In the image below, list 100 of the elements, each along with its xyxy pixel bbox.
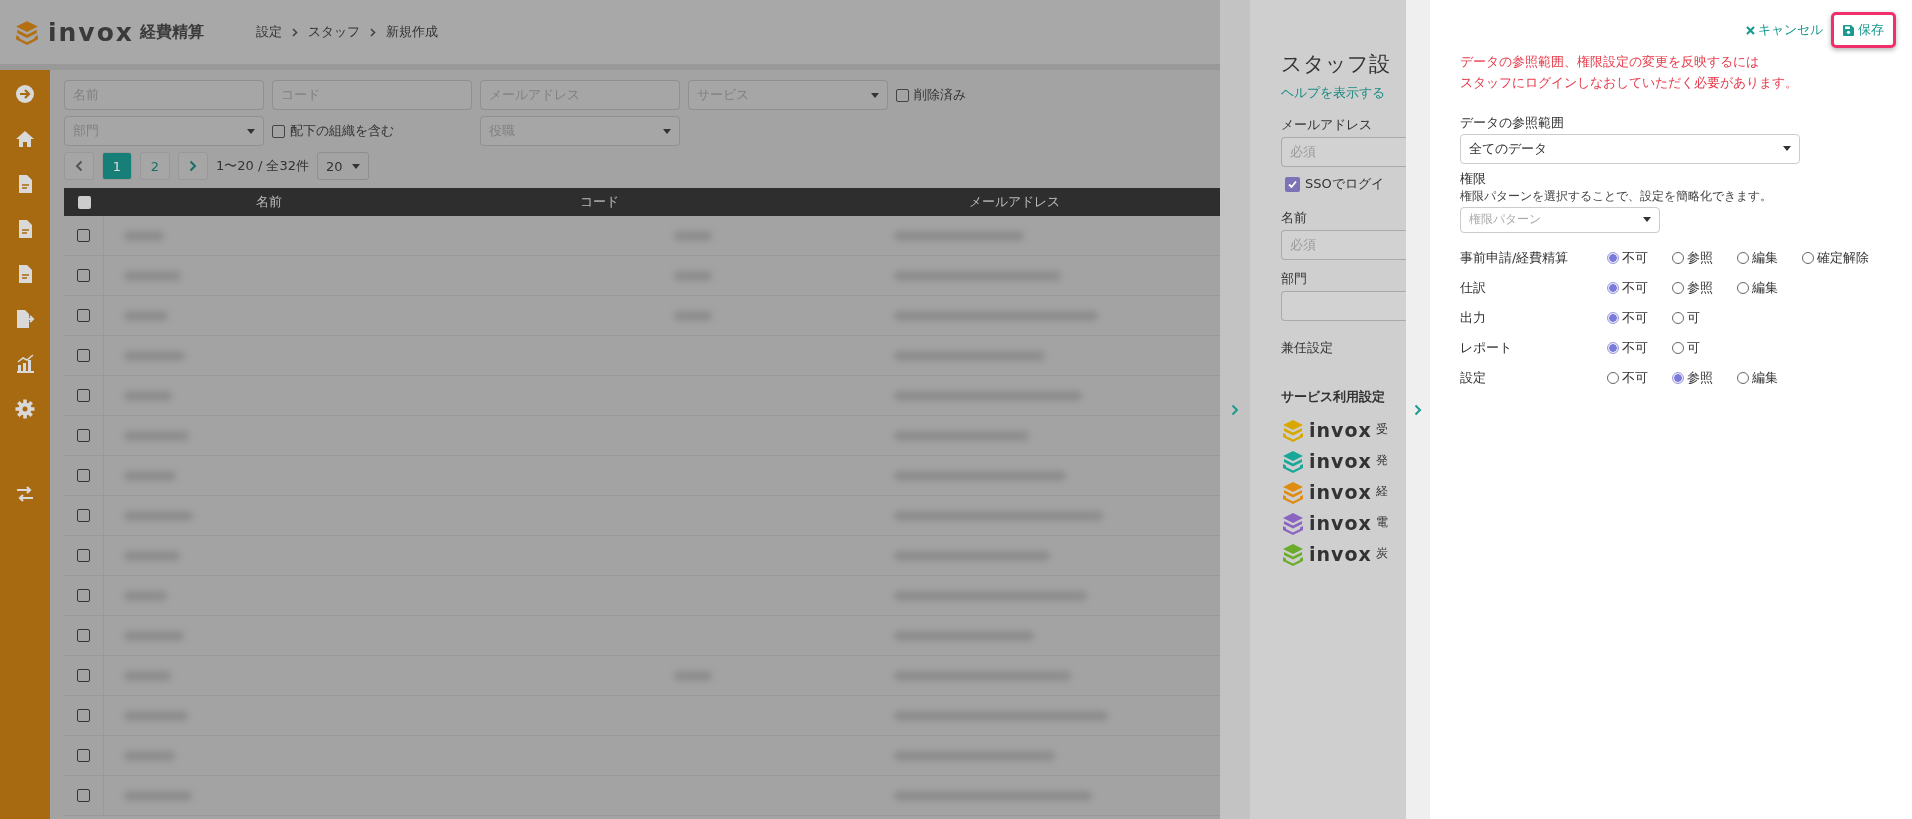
radio-icon[interactable] [1672,251,1684,264]
warning-message: データの参照範囲、権限設定の変更を反映するには [1460,53,1760,71]
radio-option[interactable]: 編集 [1737,248,1802,267]
row-checkbox[interactable] [77,509,90,522]
swap-arrows-icon[interactable] [15,484,35,504]
radio-icon[interactable] [1737,371,1749,384]
bar-chart-icon[interactable] [15,354,35,374]
service-brand: invox [1309,418,1372,441]
chevron-left-icon[interactable] [75,160,83,172]
brand-name: invox [48,17,134,47]
radio-icon[interactable] [1607,281,1619,294]
service-name: 経 [1375,483,1388,500]
radio-option[interactable]: 参照 [1672,248,1737,267]
checkbox-label: SSOでログイ [1305,175,1384,193]
service-brand: invox [1309,480,1372,503]
caret-icon [663,128,671,134]
radio-option[interactable]: 編集 [1737,368,1802,387]
radio-icon[interactable] [1672,371,1684,384]
radio-option[interactable]: 確定解除 [1802,248,1896,267]
checkbox-label: 削除済み [914,86,966,104]
file-export-icon[interactable] [15,309,35,329]
column-header[interactable]: メールアドレス [764,193,1220,211]
column-header[interactable]: コード [434,193,764,211]
row-checkbox[interactable] [77,269,90,282]
caret-icon [352,163,360,169]
home-icon[interactable] [15,129,35,149]
service-brand: invox [1309,542,1372,565]
radio-option[interactable]: 参照 [1672,278,1737,297]
caret-icon [247,128,255,134]
service-name: 炭 [1375,545,1388,562]
row-checkbox[interactable] [77,589,90,602]
field-label: 権限 [1460,169,1487,188]
cancel-button[interactable]: キャンセル [1746,21,1823,39]
save-button[interactable]: 保存 [1831,12,1896,48]
checkbox[interactable] [272,124,285,138]
select-all-checkbox[interactable] [77,195,91,209]
chevron-right-icon[interactable] [189,160,197,172]
chevron-right-icon[interactable] [1414,403,1422,416]
caret-icon [871,92,879,98]
breadcrumb-item: 新規作成 [385,23,438,41]
radio-icon[interactable] [1672,311,1684,324]
result-count: 1〜20 / 全32件 [216,157,309,175]
row-checkbox[interactable] [77,629,90,642]
row-checkbox[interactable] [77,349,90,362]
radio-icon[interactable] [1607,251,1619,264]
page-button[interactable]: 1 [102,152,132,180]
radio-option[interactable]: 不可 [1607,338,1672,357]
field-label: 部門 [1281,270,1308,288]
row-checkbox[interactable] [77,789,90,802]
breadcrumb-item[interactable]: 設定 [255,23,282,41]
radio-icon[interactable] [1607,371,1619,384]
department-field[interactable] [1281,291,1406,321]
warning-message: スタッフにログインしなおしていただく必要があります。 [1460,73,1799,92]
radio-option[interactable]: 不可 [1607,278,1672,297]
radio-option[interactable]: 可 [1672,308,1737,327]
row-checkbox[interactable] [77,309,90,322]
column-header[interactable]: 名前 [104,193,434,211]
scope-select[interactable]: 全てのデータ [1460,133,1800,164]
row-checkbox[interactable] [77,709,90,722]
checkbox[interactable] [896,88,909,102]
row-checkbox[interactable] [77,229,90,242]
radio-option[interactable]: 参照 [1672,368,1737,387]
section-heading: サービス利用設定 [1281,388,1386,406]
radio-icon[interactable] [1737,281,1749,294]
radio-icon[interactable] [1737,251,1749,264]
row-checkbox[interactable] [77,469,90,482]
radio-option[interactable]: 不可 [1607,368,1672,387]
radio-option[interactable]: 不可 [1607,248,1672,267]
permission-label: 出力 [1460,308,1487,327]
permission-label: 事前申請/経費精算 [1460,248,1570,267]
row-checkbox[interactable] [77,669,90,682]
field-label: メールアドレス [1281,116,1373,134]
radio-icon[interactable] [1672,281,1684,294]
radio-option[interactable]: 編集 [1737,278,1802,297]
row-checkbox[interactable] [77,429,90,442]
panel-title: スタッフ設 [1281,51,1391,78]
field-label: 名前 [1281,209,1308,227]
close-icon [1746,25,1755,35]
permission-label: 仕訳 [1460,278,1487,297]
radio-icon[interactable] [1607,311,1619,324]
radio-option[interactable]: 不可 [1607,308,1672,327]
radio-icon[interactable] [1802,251,1814,264]
section-label: 兼任設定 [1281,339,1334,357]
radio-icon[interactable] [1607,341,1619,354]
service-name: 電 [1375,514,1388,531]
row-checkbox[interactable] [77,389,90,402]
chevron-right-icon [291,27,298,37]
row-checkbox[interactable] [77,749,90,762]
page-size-select[interactable]: 20 [317,152,369,180]
service-brand: invox [1309,449,1372,472]
checkbox[interactable] [1285,176,1300,192]
breadcrumb-item[interactable]: スタッフ [307,23,360,41]
field-label: データの参照範囲 [1460,113,1565,132]
permission-label: レポート [1460,338,1513,357]
arrow-circle-icon[interactable] [15,84,35,104]
radio-option[interactable]: 可 [1672,338,1737,357]
settings-icon[interactable] [15,399,35,419]
radio-icon[interactable] [1672,341,1684,354]
row-checkbox[interactable] [77,549,90,562]
previous-page-button[interactable] [64,152,94,180]
